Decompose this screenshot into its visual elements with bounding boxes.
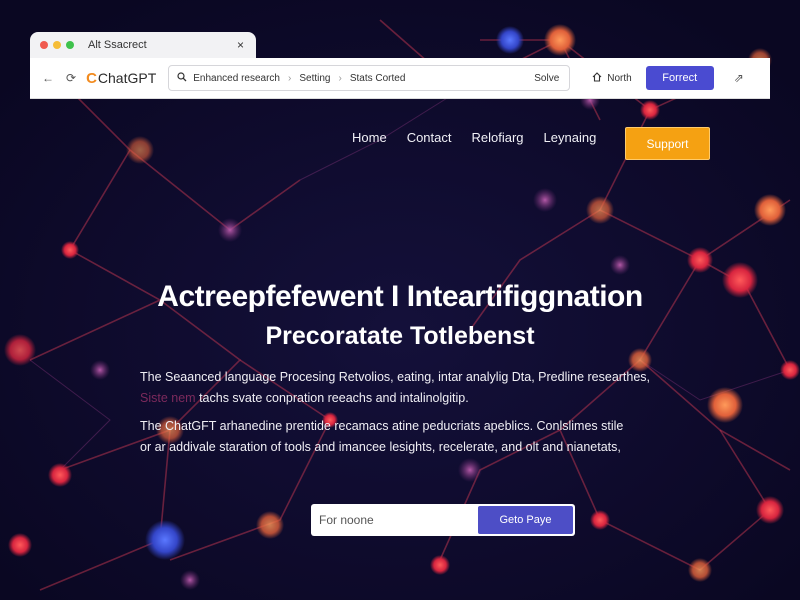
submit-button[interactable]: Geto Paye <box>478 506 573 534</box>
site-navigation: Home Contact Relofiarg Leynaing <box>352 130 596 145</box>
minimize-window-dot[interactable] <box>53 41 61 49</box>
address-segment: Enhanced research <box>193 72 280 84</box>
toolbar-forrect-button[interactable]: Forrect <box>645 66 714 90</box>
paragraph-line: The Seaanced language Procesing Retvolio… <box>140 370 651 384</box>
north-link[interactable]: North <box>592 71 632 85</box>
address-separator: › <box>288 72 292 84</box>
tab-title: Alt Ssacrect <box>88 39 147 51</box>
window-controls <box>40 41 74 49</box>
brand-logo-icon: C <box>86 69 97 87</box>
support-button[interactable]: Support <box>625 127 710 160</box>
address-segment: Stats Corted <box>349 72 406 84</box>
reload-icon[interactable]: ⟳ <box>66 71 76 85</box>
address-solve-link[interactable]: Solve <box>534 73 559 84</box>
nav-item-leynaing[interactable]: Leynaing <box>544 130 597 145</box>
hero-paragraph-2: The ChatGFT arhanedine prentide recamacs… <box>140 416 680 458</box>
paragraph-line: The ChatGFT arhanedine prentide recamacs… <box>140 419 624 433</box>
address-separator: › <box>338 72 342 84</box>
north-label: North <box>607 72 632 84</box>
paragraph-line: Siste nem tachs svate conpration reeachs… <box>140 388 680 409</box>
back-arrow-icon[interactable]: ← <box>42 71 54 85</box>
hero-paragraph-1: The Seaanced language Procesing Retvolio… <box>140 367 680 409</box>
paragraph-text: tachs svate conpration reeachs and intal… <box>199 391 469 405</box>
faded-text: Siste nem <box>140 391 196 405</box>
browser-toolbar: ← ⟳ C ChatGPT Enhanced research › Settin… <box>30 58 770 98</box>
nav-item-relofiarg[interactable]: Relofiarg <box>472 130 524 145</box>
address-bar[interactable]: Enhanced research › Setting › Stats Cort… <box>168 65 571 91</box>
nav-item-home[interactable]: Home <box>352 130 387 145</box>
brand-name: ChatGPT <box>97 70 157 86</box>
brand-logo[interactable]: C ChatGPT <box>86 70 156 87</box>
share-icon[interactable]: ⇗ <box>734 71 744 85</box>
email-input[interactable] <box>311 504 476 536</box>
paragraph-line: or ar addivale staration of tools and im… <box>140 440 621 454</box>
maximize-window-dot[interactable] <box>66 41 74 49</box>
nav-item-contact[interactable]: Contact <box>407 130 452 145</box>
hero-title: Actreepfefewent I Inteartifiggnation <box>157 280 643 313</box>
hero-subtitle: Precoratate Totlebenst <box>265 322 535 350</box>
address-segment: Setting <box>299 72 331 84</box>
browser-tab[interactable]: Alt Ssacrect × <box>30 32 256 58</box>
tab-close-icon[interactable]: × <box>237 38 244 52</box>
signup-form: Geto Paye <box>311 504 575 536</box>
home-icon <box>592 71 602 85</box>
close-window-dot[interactable] <box>40 41 48 49</box>
search-icon <box>177 71 187 85</box>
